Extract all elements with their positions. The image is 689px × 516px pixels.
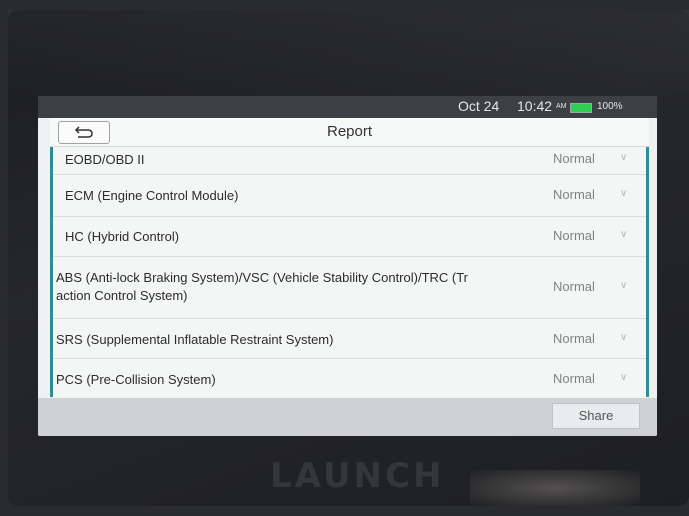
report-list: EOBD/OBD II Normal ∨ ECM (Engine Control…: [50, 147, 649, 397]
report-header: Report: [50, 118, 649, 147]
page-title: Report: [326, 123, 373, 140]
chevron-down-icon[interactable]: ∨: [620, 332, 627, 343]
device-screen: Oct 24 10:42 AM 100% Report EOBD/OBD II …: [38, 96, 657, 436]
bezel-glare: [8, 10, 689, 100]
row-status: Normal: [553, 279, 595, 294]
status-ampm: AM: [556, 103, 567, 110]
light-glare: [470, 470, 640, 506]
row-status: Normal: [553, 228, 595, 243]
report-row-pcs[interactable]: PCS (Pre-Collision System) Normal ∨: [53, 359, 646, 397]
report-row-srs[interactable]: SRS (Supplemental Inflatable Restraint S…: [53, 319, 646, 359]
row-label-line2: action Control System): [56, 288, 188, 303]
row-label: SRS (Supplemental Inflatable Restraint S…: [56, 332, 334, 347]
status-bar: Oct 24 10:42 AM 100%: [38, 96, 657, 118]
chevron-down-icon[interactable]: ∨: [620, 152, 627, 163]
status-date: Oct 24: [458, 98, 500, 114]
share-button[interactable]: Share: [552, 403, 640, 429]
status-time: 10:42: [517, 98, 553, 114]
device-brand-logo: LAUNCH: [270, 456, 445, 496]
row-status: Normal: [553, 151, 595, 166]
row-label: EOBD/OBD II: [65, 152, 145, 167]
row-label: ECM (Engine Control Module): [65, 188, 239, 203]
row-status: Normal: [553, 371, 595, 386]
report-row-abs[interactable]: ABS (Anti-lock Braking System)/VSC (Vehi…: [53, 257, 646, 319]
chevron-down-icon[interactable]: ∨: [620, 372, 627, 383]
battery-icon: [570, 103, 592, 113]
chevron-down-icon[interactable]: ∨: [620, 280, 627, 291]
report-row-eobd[interactable]: EOBD/OBD II Normal ∨: [53, 147, 646, 175]
chevron-down-icon[interactable]: ∨: [620, 229, 627, 240]
battery-level: 100%: [597, 101, 623, 112]
row-label: PCS (Pre-Collision System): [56, 372, 216, 387]
chevron-down-icon[interactable]: ∨: [620, 188, 627, 199]
row-label: ABS (Anti-lock Braking System)/VSC (Vehi…: [56, 270, 469, 285]
row-label: HC (Hybrid Control): [65, 229, 180, 244]
report-row-hc[interactable]: HC (Hybrid Control) Normal ∨: [53, 217, 646, 257]
row-status: Normal: [553, 187, 595, 202]
report-row-ecm[interactable]: ECM (Engine Control Module) Normal ∨: [53, 175, 646, 217]
row-status: Normal: [553, 331, 595, 346]
footer-bar: Share: [38, 398, 657, 436]
